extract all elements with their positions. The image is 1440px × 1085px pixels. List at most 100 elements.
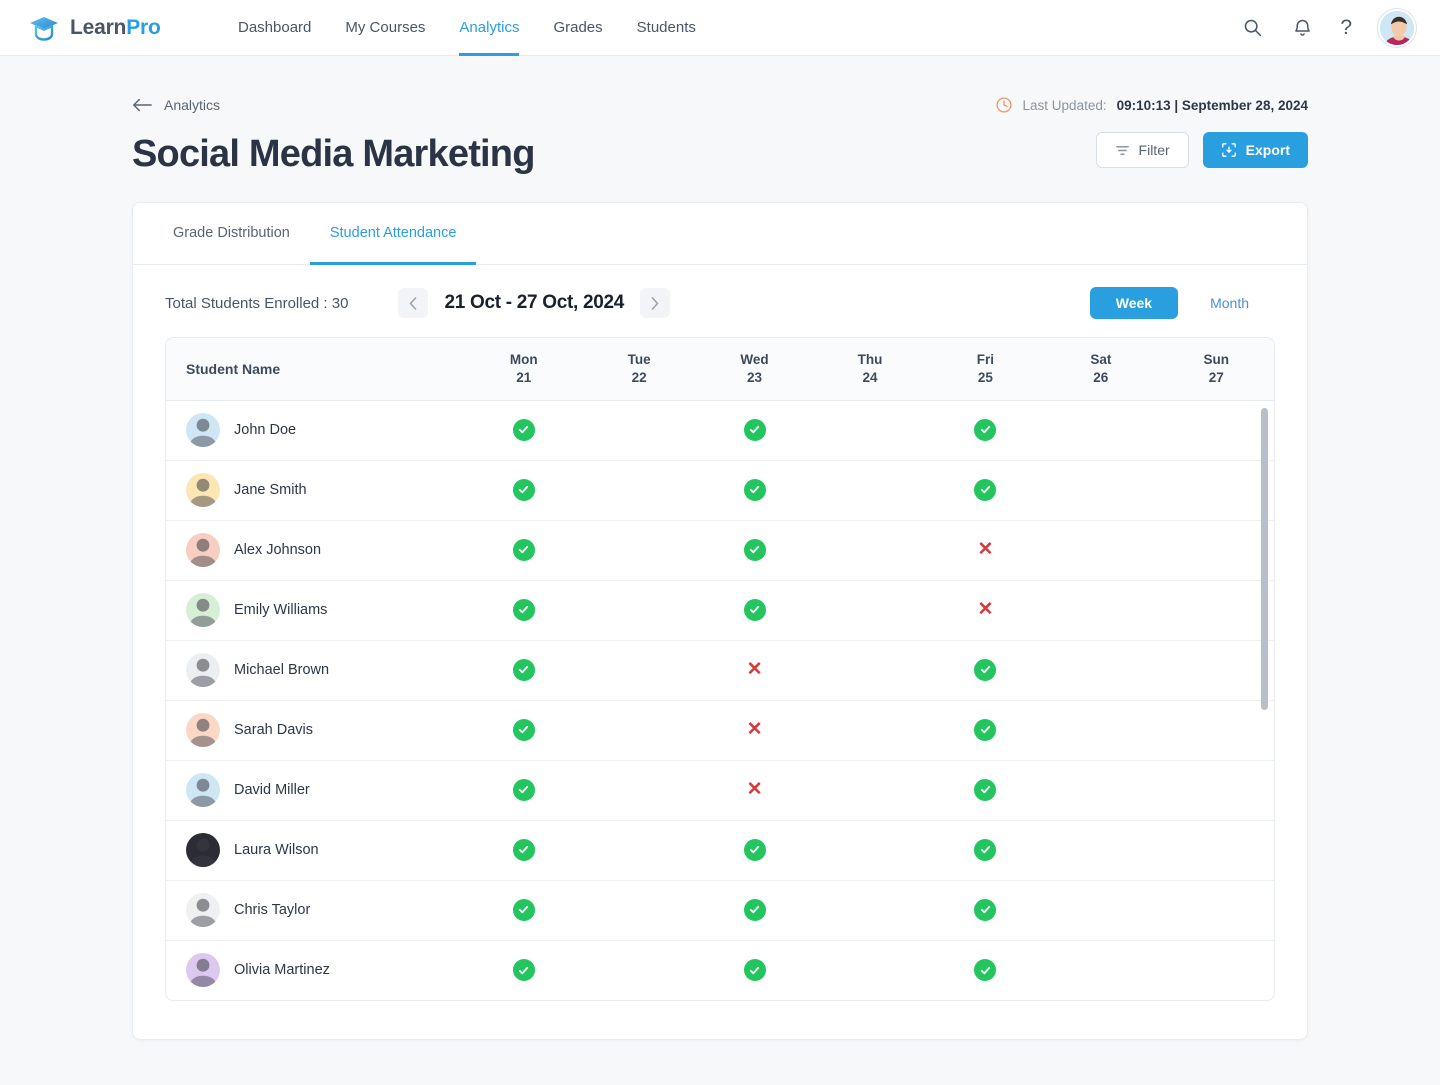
table-row[interactable]: Chris Taylor [166, 880, 1274, 941]
cell-attendance[interactable] [466, 880, 582, 941]
check-circle-icon[interactable] [512, 718, 535, 741]
cell-attendance[interactable] [1158, 460, 1274, 521]
cell-attendance[interactable] [927, 820, 1044, 881]
nav-item-dashboard[interactable]: Dashboard [238, 0, 311, 56]
table-row[interactable]: Olivia Martinez [166, 940, 1274, 1000]
cell-attendance[interactable] [927, 640, 1044, 701]
check-circle-icon[interactable] [512, 418, 535, 441]
cell-attendance[interactable] [466, 580, 582, 641]
cell-attendance[interactable] [696, 520, 813, 581]
brand-logo[interactable]: LearnPro [28, 12, 238, 44]
table-row[interactable]: David Miller ✕ [166, 760, 1274, 821]
check-circle-icon[interactable] [512, 478, 535, 501]
cell-attendance[interactable] [1043, 460, 1159, 521]
cell-attendance[interactable] [812, 460, 928, 521]
cell-attendance[interactable] [1043, 520, 1159, 581]
cell-attendance[interactable] [812, 760, 928, 821]
cell-attendance[interactable] [1158, 400, 1274, 461]
check-circle-icon[interactable] [743, 478, 766, 501]
cell-attendance[interactable] [1158, 640, 1274, 701]
cell-attendance[interactable] [1043, 940, 1158, 1000]
cell-attendance[interactable]: ✕ [696, 700, 813, 761]
cell-attendance[interactable] [928, 940, 1043, 1000]
cell-attendance[interactable]: ✕ [927, 580, 1044, 641]
table-row[interactable]: John Doe [166, 400, 1274, 461]
check-circle-icon[interactable] [512, 538, 535, 561]
cell-attendance[interactable] [812, 700, 928, 761]
check-circle-icon[interactable] [974, 658, 997, 681]
cell-attendance[interactable] [927, 700, 1044, 761]
cell-attendance[interactable] [466, 820, 582, 881]
table-row[interactable]: Michael Brown ✕ [166, 640, 1274, 701]
cell-attendance[interactable] [1043, 700, 1159, 761]
cell-attendance[interactable] [927, 400, 1044, 461]
cell-attendance[interactable] [812, 640, 928, 701]
cross-icon[interactable]: ✕ [747, 659, 763, 680]
cell-attendance[interactable] [1043, 400, 1159, 461]
cell-attendance[interactable] [1158, 700, 1274, 761]
cell-attendance[interactable] [696, 880, 813, 941]
cell-attendance[interactable] [812, 940, 927, 1000]
table-row[interactable]: Jane Smith [166, 460, 1274, 521]
cell-attendance[interactable]: ✕ [927, 520, 1044, 581]
check-circle-icon[interactable] [743, 598, 766, 621]
cell-attendance[interactable]: ✕ [696, 640, 813, 701]
cell-attendance[interactable] [466, 520, 582, 581]
check-circle-icon[interactable] [512, 778, 535, 801]
table-row[interactable]: Alex Johnson ✕ [166, 520, 1274, 581]
avatar[interactable] [1378, 8, 1416, 47]
check-circle-icon[interactable] [512, 959, 535, 981]
cell-attendance[interactable] [581, 820, 697, 881]
check-circle-icon[interactable] [743, 959, 766, 981]
check-circle-icon[interactable] [974, 418, 997, 441]
cell-attendance[interactable] [1158, 520, 1274, 581]
next-week-button[interactable] [640, 288, 671, 318]
cell-attendance[interactable] [1043, 760, 1159, 821]
help-icon[interactable]: ? [1340, 17, 1352, 38]
cell-attendance[interactable] [812, 580, 928, 641]
cell-attendance[interactable] [1043, 580, 1159, 641]
cell-attendance[interactable] [466, 460, 582, 521]
check-circle-icon[interactable] [743, 418, 766, 441]
check-circle-icon[interactable] [743, 538, 766, 561]
breadcrumb[interactable]: Analytics [132, 97, 220, 113]
cell-attendance[interactable] [581, 760, 697, 821]
table-vertical-scrollbar[interactable] [1261, 408, 1268, 710]
cell-attendance[interactable] [696, 400, 813, 461]
nav-item-analytics[interactable]: Analytics [459, 0, 520, 56]
table-row[interactable]: Laura Wilson [166, 820, 1274, 881]
prev-week-button[interactable] [398, 288, 429, 318]
nav-item-my-courses[interactable]: My Courses [345, 0, 425, 56]
check-circle-icon[interactable] [974, 478, 997, 501]
cell-attendance[interactable] [466, 700, 582, 761]
check-circle-icon[interactable] [743, 838, 766, 861]
bell-icon[interactable] [1290, 16, 1314, 40]
cell-attendance[interactable] [466, 940, 581, 1000]
cell-attendance[interactable] [1158, 820, 1274, 881]
cell-attendance[interactable] [696, 460, 813, 521]
cell-attendance[interactable] [1158, 580, 1274, 641]
cell-attendance[interactable] [812, 880, 928, 941]
cell-attendance[interactable] [1043, 880, 1159, 941]
cross-icon[interactable]: ✕ [977, 599, 993, 620]
view-toggle-week[interactable]: Week [1089, 287, 1179, 319]
check-circle-icon[interactable] [974, 778, 997, 801]
cell-attendance[interactable] [466, 640, 582, 701]
tab-student-attendance[interactable]: Student Attendance [309, 203, 477, 265]
check-circle-icon[interactable] [974, 898, 997, 921]
arrow-left-icon[interactable] [132, 97, 152, 113]
cell-attendance[interactable] [927, 880, 1044, 941]
check-circle-icon[interactable] [974, 838, 997, 861]
cross-icon[interactable]: ✕ [747, 719, 763, 740]
cell-attendance[interactable] [581, 640, 697, 701]
cell-attendance[interactable] [812, 520, 928, 581]
cell-attendance[interactable] [1159, 940, 1274, 1000]
cell-attendance[interactable] [696, 580, 813, 641]
check-circle-icon[interactable] [512, 898, 535, 921]
cell-attendance[interactable] [1043, 640, 1159, 701]
cell-attendance[interactable] [696, 820, 813, 881]
cell-attendance[interactable] [581, 580, 697, 641]
nav-item-students[interactable]: Students [637, 0, 696, 56]
cell-attendance[interactable] [1043, 820, 1159, 881]
cell-attendance[interactable] [927, 460, 1044, 521]
